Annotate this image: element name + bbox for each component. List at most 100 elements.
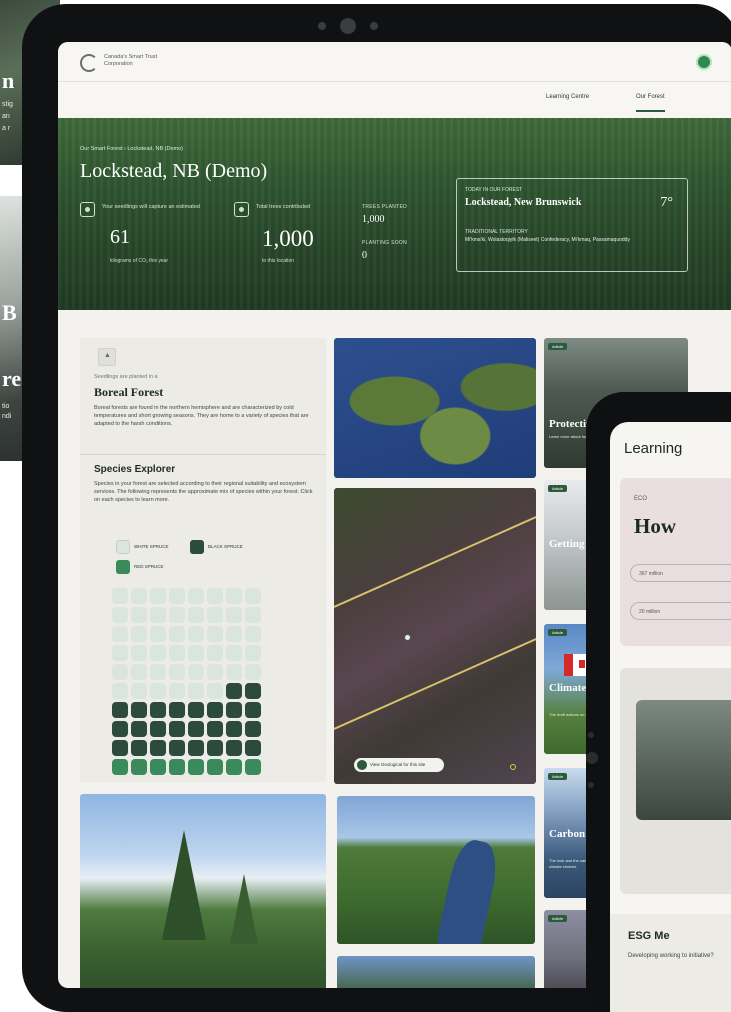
species-cell[interactable] bbox=[188, 607, 204, 623]
species-cell[interactable] bbox=[188, 721, 204, 737]
species-cell[interactable] bbox=[131, 645, 147, 661]
species-cell[interactable] bbox=[245, 740, 261, 756]
species-cell[interactable] bbox=[169, 588, 185, 604]
species-cell[interactable] bbox=[245, 607, 261, 623]
species-cell[interactable] bbox=[112, 702, 128, 718]
legend-black-spruce[interactable]: BLACK SPRUCE bbox=[190, 540, 270, 554]
species-cell[interactable] bbox=[112, 664, 128, 680]
species-cell[interactable] bbox=[188, 702, 204, 718]
species-cell[interactable] bbox=[131, 702, 147, 718]
species-cell[interactable] bbox=[245, 645, 261, 661]
species-cell[interactable] bbox=[112, 607, 128, 623]
species-cell[interactable] bbox=[112, 759, 128, 775]
species-cell[interactable] bbox=[169, 759, 185, 775]
species-cell[interactable] bbox=[207, 626, 223, 642]
species-cell[interactable] bbox=[207, 607, 223, 623]
road-line bbox=[334, 512, 536, 608]
species-cell[interactable] bbox=[169, 664, 185, 680]
species-cell[interactable] bbox=[131, 740, 147, 756]
species-cell[interactable] bbox=[169, 702, 185, 718]
site-logo[interactable]: Canada's Smart Trust Corporation bbox=[80, 54, 170, 74]
species-cell[interactable] bbox=[188, 626, 204, 642]
legend-red-spruce[interactable]: RED SPRUCE bbox=[116, 560, 192, 574]
species-cell[interactable] bbox=[131, 721, 147, 737]
breadcrumb[interactable]: Our Smart Forest › Lockstead, NB (Demo) bbox=[80, 146, 183, 152]
species-cell[interactable] bbox=[188, 588, 204, 604]
species-cell[interactable] bbox=[131, 588, 147, 604]
species-cell[interactable] bbox=[188, 740, 204, 756]
species-cell[interactable] bbox=[245, 721, 261, 737]
species-cell[interactable] bbox=[150, 702, 166, 718]
species-cell[interactable] bbox=[131, 626, 147, 642]
species-cell[interactable] bbox=[207, 721, 223, 737]
species-cell[interactable] bbox=[150, 759, 166, 775]
species-cell[interactable] bbox=[226, 740, 242, 756]
species-cell[interactable] bbox=[207, 683, 223, 699]
nav-learning-centre[interactable]: Learning Centre bbox=[546, 94, 589, 100]
legend-white-spruce[interactable]: WHITE SPRUCE bbox=[116, 540, 192, 554]
satellite-map[interactable]: View Geological for this site bbox=[334, 488, 536, 784]
region-map[interactable] bbox=[334, 338, 536, 478]
species-cell[interactable] bbox=[112, 721, 128, 737]
species-cell[interactable] bbox=[169, 740, 185, 756]
phone-esg-card[interactable]: ESG Me Developing working to initiative? bbox=[610, 914, 731, 1012]
species-cell[interactable] bbox=[112, 740, 128, 756]
species-cell[interactable] bbox=[150, 607, 166, 623]
user-avatar-icon[interactable] bbox=[696, 54, 712, 70]
species-cell[interactable] bbox=[245, 702, 261, 718]
species-cell[interactable] bbox=[150, 740, 166, 756]
species-cell[interactable] bbox=[131, 759, 147, 775]
species-explorer-description: Species in your forest are selected acco… bbox=[94, 481, 313, 503]
view-geological-button[interactable]: View Geological for this site bbox=[354, 758, 444, 772]
species-cell[interactable] bbox=[188, 683, 204, 699]
species-cell[interactable] bbox=[207, 759, 223, 775]
red-spruce-swatch bbox=[116, 560, 130, 574]
species-cell[interactable] bbox=[188, 645, 204, 661]
species-cell[interactable] bbox=[169, 721, 185, 737]
species-cell[interactable] bbox=[150, 664, 166, 680]
species-cell[interactable] bbox=[207, 588, 223, 604]
species-cell[interactable] bbox=[226, 607, 242, 623]
species-cell[interactable] bbox=[112, 588, 128, 604]
species-cell[interactable] bbox=[245, 588, 261, 604]
species-cell[interactable] bbox=[169, 645, 185, 661]
species-cell[interactable] bbox=[150, 645, 166, 661]
species-cell[interactable] bbox=[169, 607, 185, 623]
species-cell[interactable] bbox=[207, 702, 223, 718]
species-cell[interactable] bbox=[112, 626, 128, 642]
species-cell[interactable] bbox=[226, 645, 242, 661]
location-name: Lockstead, New Brunswick bbox=[465, 197, 582, 208]
species-cell[interactable] bbox=[226, 721, 242, 737]
species-cell[interactable] bbox=[226, 683, 242, 699]
species-cell[interactable] bbox=[131, 607, 147, 623]
species-cell[interactable] bbox=[131, 664, 147, 680]
species-cell[interactable] bbox=[169, 626, 185, 642]
species-cell[interactable] bbox=[207, 664, 223, 680]
species-cell[interactable] bbox=[150, 721, 166, 737]
species-cell[interactable] bbox=[188, 759, 204, 775]
species-cell[interactable] bbox=[150, 588, 166, 604]
species-cell[interactable] bbox=[131, 683, 147, 699]
species-cell[interactable] bbox=[188, 664, 204, 680]
species-cell[interactable] bbox=[112, 645, 128, 661]
species-cell[interactable] bbox=[245, 683, 261, 699]
species-cell[interactable] bbox=[226, 759, 242, 775]
species-cell[interactable] bbox=[226, 588, 242, 604]
tree-icon bbox=[234, 202, 249, 217]
species-cell[interactable] bbox=[207, 740, 223, 756]
species-cell[interactable] bbox=[207, 645, 223, 661]
species-cell[interactable] bbox=[245, 664, 261, 680]
species-cell[interactable] bbox=[226, 702, 242, 718]
leaf-icon bbox=[80, 202, 95, 217]
nav-our-forest[interactable]: Our Forest bbox=[636, 94, 665, 112]
species-cell[interactable] bbox=[112, 683, 128, 699]
species-cell[interactable] bbox=[150, 626, 166, 642]
species-cell[interactable] bbox=[169, 683, 185, 699]
phone-article-card[interactable] bbox=[620, 668, 731, 894]
species-cell[interactable] bbox=[226, 626, 242, 642]
phone-feature-card[interactable]: ECO How 367 million 20 million bbox=[620, 478, 731, 646]
species-cell[interactable] bbox=[226, 664, 242, 680]
species-cell[interactable] bbox=[150, 683, 166, 699]
species-cell[interactable] bbox=[245, 759, 261, 775]
species-cell[interactable] bbox=[245, 626, 261, 642]
